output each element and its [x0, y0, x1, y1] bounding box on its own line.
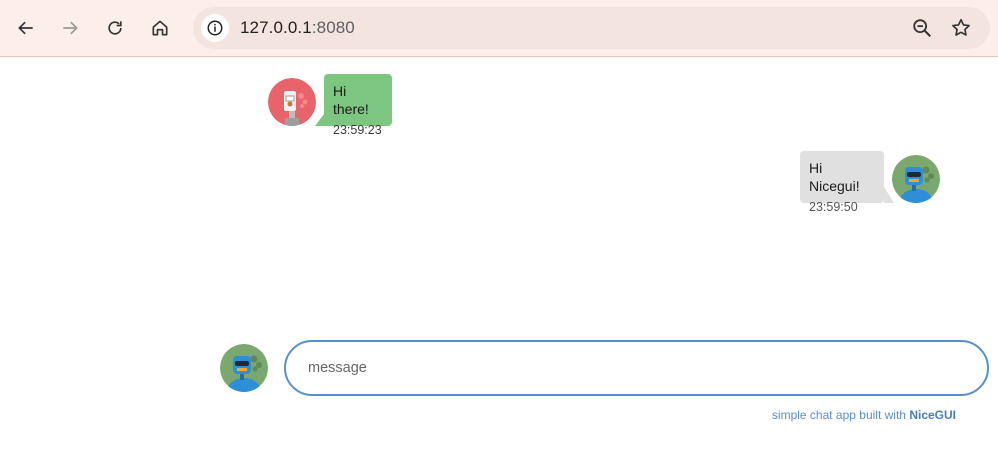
reload-button[interactable] [97, 10, 133, 46]
message-input-wrapper[interactable] [284, 340, 989, 396]
message-text: Hi Nicegui! [809, 160, 860, 194]
message-text: Hi there! [333, 83, 369, 117]
browser-toolbar: 127.0.0.1:8080 [0, 0, 998, 57]
nicegui-link[interactable]: NiceGUI [909, 408, 956, 422]
forward-button[interactable] [52, 10, 88, 46]
message-input[interactable] [308, 356, 958, 380]
bookmark-button[interactable] [950, 17, 972, 39]
bubble-tail [884, 187, 894, 203]
back-arrow-icon [18, 21, 33, 35]
robot-avatar-icon [892, 155, 940, 203]
zoom-out-icon [913, 19, 931, 37]
site-info-button[interactable] [201, 14, 229, 42]
robot-avatar-icon [220, 344, 268, 392]
home-button[interactable] [142, 10, 178, 46]
zoom-button[interactable] [911, 17, 933, 39]
url-host: 127.0.0.1 [240, 18, 312, 37]
home-icon [152, 20, 168, 36]
bookmark-star-icon [952, 18, 970, 36]
address-bar[interactable]: 127.0.0.1:8080 [193, 7, 990, 49]
url-text[interactable]: 127.0.0.1:8080 [240, 18, 355, 38]
forward-arrow-icon [63, 21, 78, 35]
reload-icon [108, 21, 122, 35]
back-button[interactable] [8, 10, 44, 46]
avatar-robot-green [892, 155, 940, 203]
message-timestamp: 23:59:23 [333, 123, 382, 137]
message-bubble-sent: Hi there! 23:59:23 [324, 74, 392, 137]
footer-credit: simple chat app built with NiceGUI [772, 408, 956, 422]
avatar-robot-red [268, 78, 316, 126]
footer-text: simple chat app built with [771, 408, 910, 422]
message-bubble-received: Hi Nicegui! 23:59:50 [800, 151, 884, 214]
avatar-current-user [220, 344, 268, 392]
url-port: :8080 [311, 18, 355, 37]
info-icon [207, 20, 223, 36]
robot-avatar-icon [268, 78, 316, 126]
message-timestamp: 23:59:50 [809, 200, 858, 214]
